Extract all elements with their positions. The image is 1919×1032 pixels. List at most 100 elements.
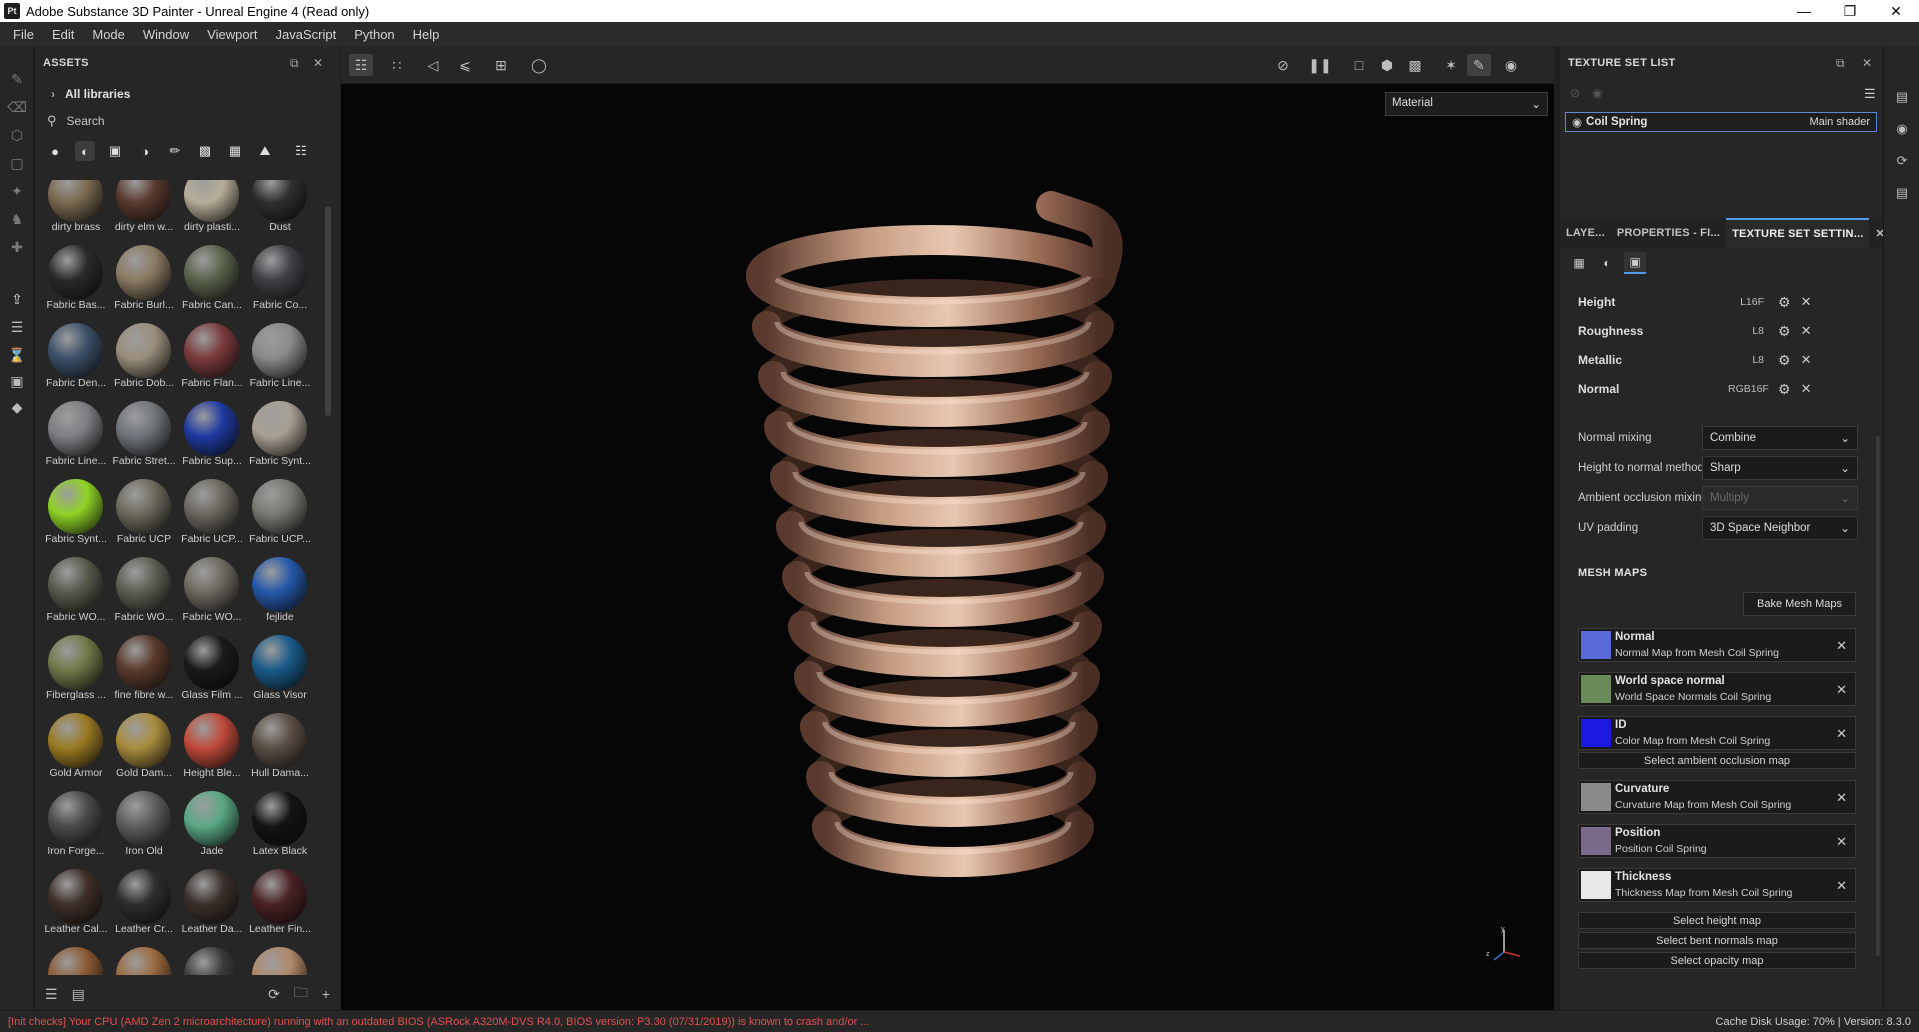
paint-brush-icon[interactable]: ✎ [8,70,26,88]
brush-filter-icon[interactable]: ✏ [165,141,185,161]
maximize-icon[interactable]: ❐ [1827,0,1873,22]
menu-window[interactable]: Window [134,27,198,42]
remove-map-icon[interactable]: ✕ [1836,878,1847,894]
show-all-icon[interactable]: ◉ [1592,86,1602,100]
pause-icon[interactable]: ❚❚ [1308,54,1332,76]
details-view-icon[interactable]: ▤ [72,986,85,1003]
material-filter-icon[interactable]: ● [45,141,65,161]
grid-view-icon[interactable]: ☷ [291,141,311,161]
gear-icon[interactable]: ⚙ [1778,352,1791,369]
asset-tile[interactable]: Gold Dam... [111,710,177,788]
tiling-icon[interactable]: ∷ [385,54,409,76]
channel-format[interactable]: L16F [1728,296,1764,308]
asset-tile[interactable]: Fabric Stret... [111,398,177,476]
asset-tile[interactable]: Height Ble... [179,710,245,788]
asset-tile[interactable] [179,944,245,975]
menu-help[interactable]: Help [404,27,449,42]
shader-icon[interactable]: ◐ [1596,252,1618,274]
close-window-icon[interactable]: ✕ [1873,0,1919,22]
mesh-maps-icon[interactable]: ▣ [1624,252,1646,274]
color-picker-icon[interactable]: ✚ [8,238,26,256]
gear-icon[interactable]: ⚙ [1778,381,1791,398]
asset-tile[interactable]: Fabric WO... [179,554,245,632]
bake-mesh-maps-button[interactable]: Bake Mesh Maps [1743,592,1856,616]
3d-view-icon[interactable]: ⬢ [1375,54,1399,76]
asset-tile[interactable]: Hull Dama... [247,710,313,788]
menu-mode[interactable]: Mode [83,27,134,42]
mask-filter-icon[interactable]: ▣ [105,141,125,161]
asset-tile[interactable]: Fabric Bas... [43,242,109,320]
bake-icon[interactable]: ⌛ [8,346,26,364]
asset-tile[interactable]: Fabric Line... [43,398,109,476]
history-icon[interactable]: ⟳ [1893,152,1911,170]
asset-tile[interactable]: Leather Da... [179,866,245,944]
asset-tile[interactable]: Leather Fin... [247,866,313,944]
2d-view-icon[interactable]: □ [1347,54,1371,76]
hide-icon[interactable]: ⊘ [1271,54,1295,76]
remove-channel-icon[interactable]: ✕ [1801,381,1812,397]
tab-texture-set-settings[interactable]: TEXTURE SET SETTIN... [1726,218,1870,248]
display-settings-icon[interactable]: ▣ [8,372,26,390]
asset-tile[interactable]: Fabric Burl... [111,242,177,320]
mesh-map-slot[interactable]: World space normal World Space Normals Co… [1578,672,1856,706]
mesh-map-slot[interactable]: Position Position Coil Spring ✕ [1578,824,1856,858]
library-selector[interactable]: › All libraries [35,80,340,108]
uv-grid-icon[interactable]: ☷ [349,54,373,76]
refresh-icon[interactable]: ⟳ [268,986,280,1003]
channel-format[interactable]: L8 [1728,354,1764,366]
remove-channel-icon[interactable]: ✕ [1801,352,1812,368]
assets-scrollbar[interactable] [325,206,331,416]
asset-tile[interactable]: Dust [247,180,313,242]
select-ao-map-button[interactable]: Select ambient occlusion map [1578,752,1856,769]
close-panel-icon[interactable]: ✕ [1862,56,1872,70]
smudge-icon[interactable]: ✦ [8,182,26,200]
tab-layers[interactable]: LAYE... [1560,227,1611,239]
folder-icon[interactable]: 🗀 [294,982,308,1006]
asset-tile[interactable]: Fabric Can... [179,242,245,320]
log-icon[interactable]: ▤ [1893,184,1911,202]
hide-all-icon[interactable]: ⊘ [1570,86,1580,100]
remove-map-icon[interactable]: ✕ [1836,682,1847,698]
asset-tile[interactable] [111,944,177,975]
settings-scrollbar[interactable] [1876,436,1880,956]
camera-mode-icon[interactable]: ▩ [1403,54,1427,76]
status-error-message[interactable]: [Init checks] Your CPU (AMD Zen 2 microa… [8,1016,869,1028]
mesh-map-slot[interactable]: ID Color Map from Mesh Coil Spring ✕ [1578,716,1856,750]
list-view-icon[interactable]: ☰ [45,986,58,1003]
asset-tile[interactable]: dirty plasti... [179,180,245,242]
smart-material-filter-icon[interactable]: ◐ [75,141,95,161]
property-dropdown[interactable]: 3D Space Neighbor ⌄ [1702,516,1858,540]
viewport[interactable]: ☷ ∷ ◁ ⩽ ⊞ ◯ ⊘ ❚❚ □ ⬢ ▩ ✶ ✎ ◉ Material ⌄ [341,46,1554,1010]
paint-mode-icon[interactable]: ✎ [1467,54,1491,76]
asset-tile[interactable]: Fabric WO... [111,554,177,632]
shader-name[interactable]: Main shader [1809,116,1870,128]
asset-tile[interactable]: fejlide [247,554,313,632]
asset-tile[interactable]: Fabric Co... [247,242,313,320]
remove-channel-icon[interactable]: ✕ [1801,323,1812,339]
asset-tile[interactable]: Fiberglass ... [43,632,109,710]
align-icon[interactable]: ⩽ [453,54,477,76]
fit-view-icon[interactable]: ⊞ [489,54,513,76]
channel-format[interactable]: RGB16F [1728,383,1769,395]
remove-map-icon[interactable]: ✕ [1836,726,1847,742]
asset-tile[interactable]: Fabric UCP... [247,476,313,554]
asset-tile[interactable]: Fabric WO... [43,554,109,632]
select-opacity-map-button[interactable]: Select opacity map [1578,952,1856,969]
asset-tile[interactable]: Fabric UCP... [179,476,245,554]
screenshot-camera-icon[interactable]: ◉ [1499,54,1523,76]
texture-set-icon[interactable]: ▦ [1568,252,1590,274]
close-panel-icon[interactable]: ✕ [313,56,323,70]
asset-tile[interactable]: Fabric Den... [43,320,109,398]
menu-file[interactable]: File [4,27,43,42]
alpha-filter-icon[interactable]: ▦ [225,141,245,161]
asset-tile[interactable]: Fabric Sup... [179,398,245,476]
eye-icon[interactable]: ◉ [1572,115,1582,129]
material-mode-dropdown[interactable]: Material ⌄ [1385,92,1548,116]
asset-tile[interactable]: Iron Old [111,788,177,866]
asset-tile[interactable]: Fabric UCP [111,476,177,554]
asset-tile[interactable]: Fabric Flan... [179,320,245,398]
asset-tile[interactable]: Fabric Line... [247,320,313,398]
mesh-map-slot[interactable]: Curvature Curvature Map from Mesh Coil Sp… [1578,780,1856,814]
menu-python[interactable]: Python [345,27,403,42]
select-bent-normals-button[interactable]: Select bent normals map [1578,932,1856,949]
